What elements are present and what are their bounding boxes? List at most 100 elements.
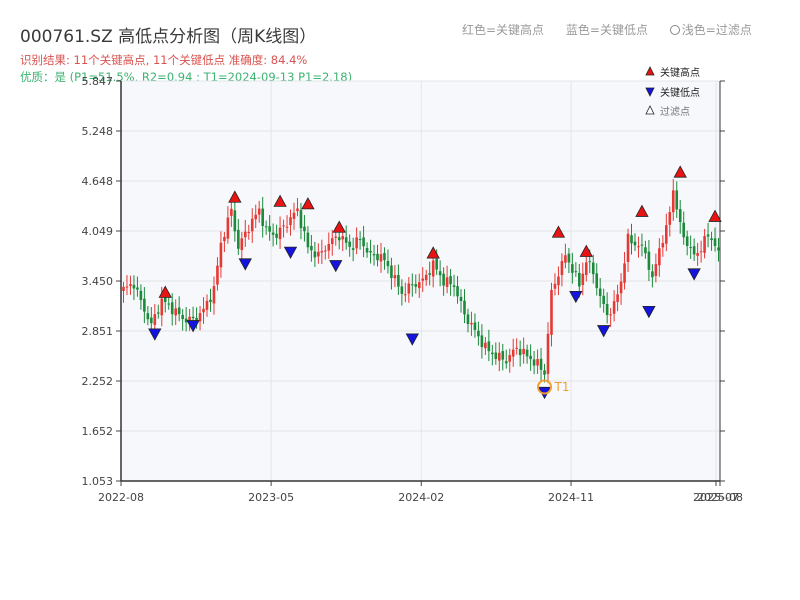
candle-body	[539, 358, 543, 370]
y-tick-label: 5.847	[82, 75, 114, 88]
legend-marker-0	[645, 66, 655, 76]
y-tick-label: 3.450	[82, 275, 114, 288]
candle-body	[212, 286, 216, 304]
y-tick-label: 4.049	[82, 225, 114, 238]
candle-body	[703, 236, 706, 253]
candle-body	[525, 349, 529, 357]
candle-body	[383, 253, 386, 261]
candle-body	[181, 314, 184, 320]
candle-body	[285, 226, 289, 228]
candle-body	[661, 242, 665, 248]
candle-body	[278, 227, 282, 240]
candle-body	[139, 290, 143, 301]
candle-body	[202, 308, 205, 313]
candle-body	[543, 370, 546, 375]
candle-body	[529, 355, 532, 360]
x-tick-label: 2022-08	[98, 491, 144, 504]
candle-body	[619, 281, 623, 294]
candle-body	[557, 276, 560, 286]
candle-body	[386, 261, 390, 267]
candle-body	[136, 287, 139, 290]
candle-body	[637, 246, 640, 248]
candle-body	[710, 238, 713, 241]
candle-body	[564, 255, 567, 263]
legend-label: 过滤点	[660, 105, 690, 118]
candle-body	[578, 272, 581, 287]
candle-body	[598, 288, 602, 297]
candle-body	[219, 242, 223, 268]
candle-body	[626, 233, 630, 262]
candle-body	[237, 229, 240, 249]
candle-body	[407, 283, 411, 294]
candle-body	[376, 253, 379, 261]
candle-body	[243, 231, 247, 238]
candle-body	[692, 246, 696, 255]
candle-body	[602, 295, 605, 305]
candle-body	[696, 253, 699, 256]
candle-body	[330, 238, 334, 245]
candle-body	[421, 278, 425, 281]
candle-body	[191, 316, 195, 319]
candle-body	[132, 284, 136, 289]
candle-body	[411, 284, 414, 286]
candle-body	[372, 253, 376, 256]
candle-body	[497, 352, 501, 361]
candle-body	[491, 352, 494, 355]
candle-body	[633, 241, 637, 246]
y-tick-label: 4.648	[82, 175, 114, 188]
candle-body	[250, 218, 254, 232]
candle-body	[713, 238, 717, 246]
candle-body	[567, 253, 571, 263]
candle-body	[706, 234, 710, 237]
candle-body	[365, 247, 369, 253]
candle-body	[550, 289, 553, 335]
candle-body	[484, 342, 487, 349]
candle-body	[682, 222, 686, 238]
candle-body	[167, 303, 171, 305]
candle-body	[355, 237, 358, 249]
candle-body	[337, 237, 341, 241]
candle-body	[369, 250, 372, 253]
candle-body	[689, 247, 692, 249]
candle-body	[470, 322, 473, 325]
candle-body	[616, 294, 619, 302]
candle-body	[435, 258, 438, 270]
candle-body	[275, 233, 278, 238]
candle-body	[654, 264, 658, 276]
candle-body	[671, 190, 675, 213]
candle-body	[390, 265, 393, 278]
candle-body	[456, 286, 459, 297]
candle-body	[156, 312, 160, 314]
candle-body	[226, 217, 230, 239]
candle-body	[341, 236, 345, 240]
legend-label: 关键高点	[660, 66, 700, 79]
candle-body	[449, 276, 452, 285]
candle-body	[591, 262, 595, 275]
candle-body	[240, 238, 244, 251]
candle-body	[320, 251, 324, 253]
y-tick-label: 1.053	[82, 475, 114, 488]
y-tick-label: 1.652	[82, 425, 114, 438]
candle-body	[452, 285, 456, 287]
candle-body	[174, 308, 177, 316]
candle-body	[560, 261, 564, 276]
candle-body	[122, 286, 125, 292]
candle-body	[324, 250, 327, 252]
candle-body	[358, 239, 362, 241]
candle-body	[271, 232, 275, 235]
candle-body	[160, 298, 164, 316]
candle-body	[417, 282, 421, 289]
candle-body	[362, 237, 365, 247]
candle-body	[334, 236, 338, 238]
candle-body	[463, 300, 466, 315]
candle-body	[150, 317, 153, 324]
candle-body	[640, 244, 644, 246]
candle-body	[431, 260, 435, 277]
candle-body	[658, 248, 661, 266]
candle-body	[477, 330, 480, 337]
x-tick-label: 2024-02	[398, 491, 444, 504]
candle-body	[209, 299, 212, 303]
candle-body	[344, 237, 348, 243]
legend-label: 关键低点	[660, 86, 700, 99]
candle-body	[327, 243, 331, 251]
